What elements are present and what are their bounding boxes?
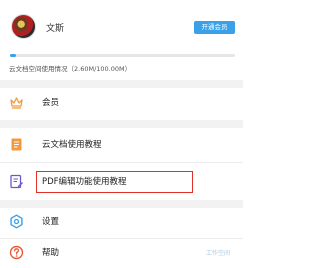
menu-item-label: 帮助 xyxy=(42,248,60,258)
avatar[interactable] xyxy=(11,14,36,39)
profile-header: 文斯 开通会员 云文档空间使用情况（2.60M/100.00M） xyxy=(0,0,243,90)
document-icon xyxy=(9,137,24,152)
menu-item-member[interactable]: 会员 xyxy=(0,88,243,118)
storage-progress-bar xyxy=(10,54,235,57)
menu-item-settings[interactable]: 设置 xyxy=(0,207,243,237)
storage-usage-text: 云文档空间使用情况（2.60M/100.00M） xyxy=(9,63,131,73)
question-icon xyxy=(9,245,24,260)
section-gap xyxy=(0,80,243,88)
storage-usage-detail: （2.60M/100.00M） xyxy=(67,65,132,73)
storage-progress-fill xyxy=(10,54,16,57)
section-gap xyxy=(0,120,243,128)
menu-item-label: 云文档使用教程 xyxy=(42,140,102,150)
open-vip-button[interactable]: 开通会员 xyxy=(194,21,235,34)
divider xyxy=(0,162,243,163)
edit-document-icon xyxy=(9,174,24,189)
watermark: 工作空间 xyxy=(206,250,231,257)
menu-item-label: 会员 xyxy=(42,98,60,108)
gear-icon xyxy=(9,214,24,229)
storage-usage-label: 云文档空间使用情况 xyxy=(9,65,68,73)
menu-item-label: 设置 xyxy=(42,217,60,227)
crown-icon xyxy=(9,95,24,110)
menu-item-cloud-doc-tutorial[interactable]: 云文档使用教程 xyxy=(0,130,243,160)
username: 文斯 xyxy=(46,24,65,34)
highlight-box xyxy=(36,171,193,193)
